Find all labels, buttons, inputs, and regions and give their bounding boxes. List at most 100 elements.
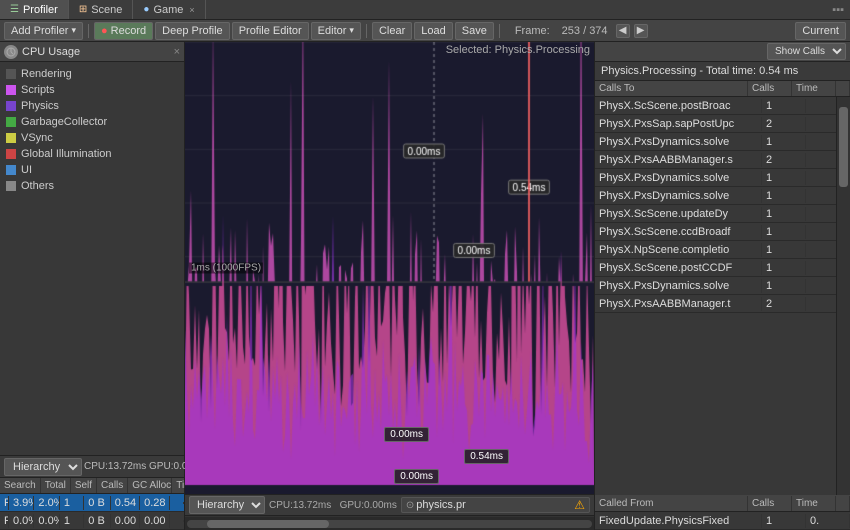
row-gc: 0 B — [84, 496, 110, 510]
called-from-time-col: Time — [792, 496, 836, 511]
cpu-usage-label: CPU Usage — [22, 46, 80, 58]
cpu-close-button[interactable]: × — [174, 46, 180, 58]
filter-cpu-stats: CPU:13.72ms GPU:0.00ms — [269, 500, 397, 511]
scripts-color — [6, 85, 16, 95]
table-header: Search Total Self Calls GC Alloc Time ms… — [0, 478, 184, 494]
selected-label: Selected: Physics.Processing — [446, 44, 590, 56]
toolbar-separator-2 — [366, 24, 367, 38]
save-button[interactable]: Save — [455, 22, 494, 40]
legend-gi: Global Illumination — [6, 146, 178, 162]
right-scrollbar[interactable] — [836, 97, 850, 495]
legend-scripts: Scripts — [6, 82, 178, 98]
editor-button[interactable]: Editor ▾ — [311, 22, 361, 40]
tab-scene-label: Scene — [91, 4, 122, 16]
right-row[interactable]: PhysX.PxsDynamics.solve 1 — [595, 187, 850, 205]
right-row[interactable]: PhysX.PxsSap.sapPostUpc 2 — [595, 115, 850, 133]
tab-scene[interactable]: ⊞ Scene — [69, 0, 134, 19]
show-calls-select[interactable]: Show Calls — [767, 43, 846, 60]
tab-profiler-label: Profiler — [23, 4, 58, 16]
legend-gc: GarbageCollector — [6, 114, 178, 130]
right-row[interactable]: PhysX.ScScene.postBroac 1 — [595, 97, 850, 115]
chart-area[interactable]: Selected: Physics.Processing 1ms (1000FP… — [185, 42, 594, 494]
ui-color — [6, 165, 16, 175]
row-calls: 1 — [60, 514, 84, 528]
row-name: Physics.ProcessReports — [0, 514, 9, 528]
called-from-header: Called From Calls Time — [595, 496, 850, 512]
legend-others: Others — [6, 178, 178, 194]
row-self: 2.0% — [34, 496, 59, 510]
row-calls: 1 — [60, 496, 84, 510]
others-color — [6, 181, 16, 191]
gc-color — [6, 117, 16, 127]
row-total: 3.9% — [9, 496, 34, 510]
legend-ui: UI — [6, 162, 178, 178]
deep-profile-button[interactable]: Deep Profile — [155, 22, 230, 40]
table-row[interactable]: Physics.ProcessReports 0.0% 0.0% 1 0 B 0… — [0, 512, 184, 530]
hierarchy-select[interactable]: Hierarchy — [4, 458, 82, 476]
clear-button[interactable]: Clear — [372, 22, 412, 40]
frame-prev-button[interactable]: ◀ — [616, 24, 630, 38]
main-layout: CPU Usage × Rendering Scripts Physics Ga… — [0, 42, 850, 530]
frame-next-button[interactable]: ▶ — [634, 24, 648, 38]
current-button[interactable]: Current — [795, 22, 846, 40]
frame-numbers: 253 / 374 — [558, 25, 612, 37]
right-scrollbar-thumb[interactable] — [839, 107, 848, 187]
right-row[interactable]: PhysX.PxsAABBManager.t 2 — [595, 295, 850, 313]
chart-label-1ms: 1ms (1000FPS) — [189, 263, 263, 274]
tab-bar: ☰ Profiler ⊞ Scene ● Game × ▪▪▪ — [0, 0, 850, 20]
row-total: 0.0% — [9, 514, 34, 528]
tab-profiler[interactable]: ☰ Profiler — [0, 0, 69, 19]
search-icon: ⊙ — [406, 500, 414, 511]
chart-scrollbar-thumb[interactable] — [207, 520, 329, 528]
right-row[interactable]: PhysX.PxsDynamics.solve 1 — [595, 169, 850, 187]
legend-rendering: Rendering — [6, 66, 178, 82]
calls-to-body: PhysX.ScScene.postBroac 1 PhysX.PxsSap.s… — [595, 97, 850, 495]
right-row[interactable]: PhysX.NpScene.completio 1 — [595, 241, 850, 259]
right-row[interactable]: PhysX.ScScene.updateDy 1 — [595, 205, 850, 223]
row-time: 0.54 — [111, 496, 140, 510]
row-time: 0.00 — [111, 514, 140, 528]
legend-vsync: VSync — [6, 130, 178, 146]
load-button[interactable]: Load — [414, 22, 452, 40]
add-profiler-button[interactable]: Add Profiler ▾ — [4, 22, 83, 40]
called-from-row[interactable]: FixedUpdate.PhysicsFixed 1 0. — [595, 512, 850, 530]
frame-info: Frame: 253 / 374 ◀ ▶ — [511, 24, 648, 38]
table-row[interactable]: Physics.Processing 3.9% 2.0% 1 0 B 0.54 … — [0, 494, 184, 512]
right-row[interactable]: PhysX.ScScene.postCCDF 1 — [595, 259, 850, 277]
toolbar-separator — [88, 24, 89, 38]
col-self-header: Self — [71, 478, 97, 493]
row-self2: 0.28 — [140, 496, 169, 510]
chart-horizontal-scrollbar[interactable] — [187, 520, 592, 528]
right-panel-header: Show Calls — [595, 42, 850, 62]
physics-color — [6, 101, 16, 111]
time-col-header: Time — [792, 81, 836, 96]
scene-icon: ⊞ — [79, 4, 87, 15]
called-from-col: Called From — [595, 496, 748, 511]
called-from-section: Called From Calls Time FixedUpdate.Physi… — [595, 495, 850, 530]
row-self: 0.0% — [34, 514, 59, 528]
frame-label: Frame: — [511, 25, 554, 37]
game-tab-close[interactable]: × — [189, 5, 194, 15]
row-self2: 0.00 — [140, 514, 169, 528]
right-row[interactable]: PhysX.ScScene.ccdBroadf 1 — [595, 223, 850, 241]
right-row[interactable]: PhysX.PxsDynamics.solve 1 — [595, 277, 850, 295]
called-from-calls-col: Calls — [748, 496, 792, 511]
record-button[interactable]: ● Record — [94, 22, 153, 40]
tab-game[interactable]: ● Game × — [133, 0, 205, 19]
editor-dropdown-icon: ▾ — [349, 25, 354, 36]
filter-hierarchy-select[interactable]: Hierarchy — [189, 496, 265, 514]
left-panel: CPU Usage × Rendering Scripts Physics Ga… — [0, 42, 185, 530]
calls-to-col-header: Calls To — [595, 81, 748, 96]
right-row[interactable]: PhysX.PxsDynamics.solve 1 — [595, 133, 850, 151]
row-name: Physics.Processing — [0, 496, 9, 510]
profile-editor-button[interactable]: Profile Editor — [232, 22, 309, 40]
vsync-color — [6, 133, 16, 143]
col-total-header: Total — [41, 478, 71, 493]
right-row[interactable]: PhysX.PxsAABBManager.s 2 — [595, 151, 850, 169]
row-gc: 0 B — [84, 514, 110, 528]
game-icon: ● — [143, 4, 149, 15]
record-icon: ● — [101, 25, 108, 37]
filter-search-box[interactable]: ⊙ ⚠ — [401, 497, 590, 513]
calls-col-header: Calls — [748, 81, 792, 96]
filter-search-input[interactable] — [416, 499, 572, 511]
